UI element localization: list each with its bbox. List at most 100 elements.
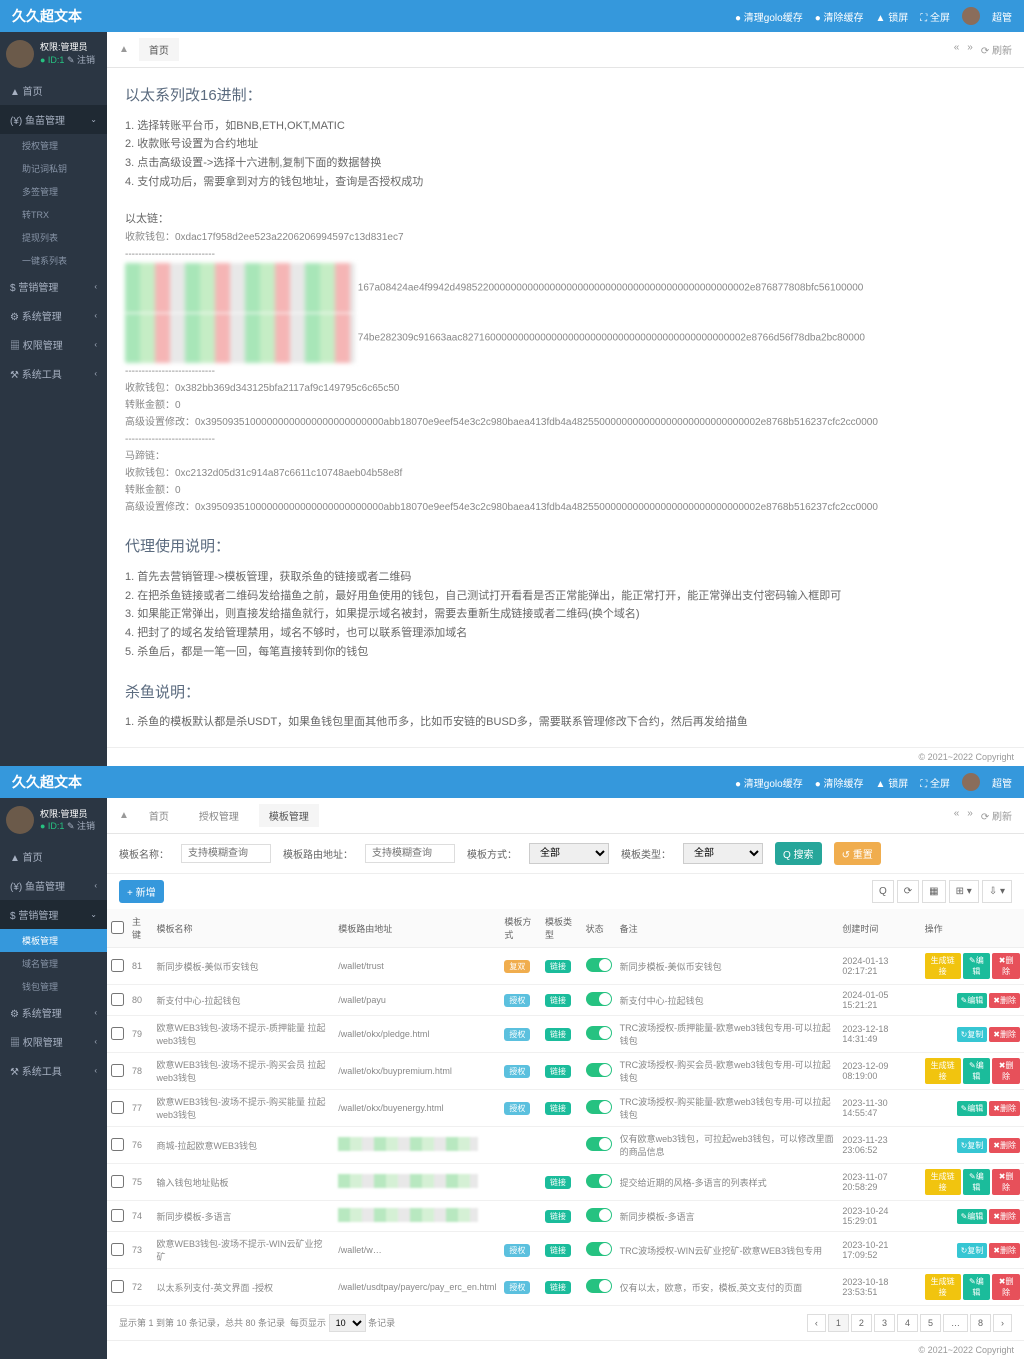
nav-trx[interactable]: 转TRX <box>0 203 107 226</box>
grid-icon[interactable]: ⊞ ▾ <box>949 880 979 903</box>
row-checkbox[interactable] <box>111 993 124 1006</box>
row-checkbox[interactable] <box>111 1175 124 1188</box>
nav-multisig[interactable]: 多签管理 <box>0 180 107 203</box>
delete-button[interactable]: ✖删除 <box>989 1101 1020 1116</box>
page-button[interactable]: 2 <box>851 1314 872 1332</box>
edit-button[interactable]: ✎编辑 <box>963 1169 991 1195</box>
export-icon[interactable]: ⇩ ▾ <box>982 880 1012 903</box>
page-button[interactable]: 1 <box>828 1314 849 1332</box>
nav-wallet[interactable]: 钱包管理 <box>0 975 107 998</box>
nav-mnemonic[interactable]: 助记词私钥 <box>0 157 107 180</box>
user-name[interactable]: 超管 <box>992 775 1012 790</box>
reset-button[interactable]: ↺ 重置 <box>834 842 881 865</box>
path-input[interactable] <box>365 844 455 863</box>
clear-golo-cache[interactable]: ● 清理golo缓存 <box>735 9 803 24</box>
type-select[interactable]: 全部 <box>683 843 763 864</box>
refresh-icon[interactable]: ⟳ <box>897 880 919 903</box>
home-icon[interactable]: ▲ <box>119 810 129 821</box>
copy-button[interactable]: ↻复制 <box>957 1243 988 1258</box>
columns-icon[interactable]: ▦ <box>922 880 945 903</box>
status-toggle[interactable] <box>586 958 612 972</box>
edit-button[interactable]: ✎编辑 <box>963 1274 991 1300</box>
nav-fish[interactable]: (¥) 鱼苗管理‹ <box>0 871 107 900</box>
select-all-checkbox[interactable] <box>111 921 124 934</box>
nav-auth[interactable]: 授权管理 <box>0 134 107 157</box>
avatar-icon[interactable] <box>962 7 980 25</box>
status-toggle[interactable] <box>586 1174 612 1188</box>
delete-button[interactable]: ✖删除 <box>989 1027 1020 1042</box>
nav-perm[interactable]: ▦ 权限管理‹ <box>0 330 107 359</box>
row-checkbox[interactable] <box>111 1280 124 1293</box>
status-toggle[interactable] <box>586 1100 612 1114</box>
page-size-select[interactable]: 10 <box>329 1314 366 1332</box>
refresh-button[interactable]: ⟳ 刷新 <box>981 42 1012 57</box>
nav-perm[interactable]: ▦ 权限管理‹ <box>0 1027 107 1056</box>
nav-sys[interactable]: ⚙ 系统管理‹ <box>0 301 107 330</box>
row-checkbox[interactable] <box>111 1243 124 1256</box>
avatar-icon[interactable] <box>962 773 980 791</box>
status-toggle[interactable] <box>586 1242 612 1256</box>
nav-template[interactable]: 模板管理 <box>0 929 107 952</box>
nav-tool[interactable]: ⚒ 系统工具‹ <box>0 1056 107 1085</box>
nav-home[interactable]: ▲ 首页 <box>0 76 107 105</box>
row-checkbox[interactable] <box>111 1138 124 1151</box>
fullscreen[interactable]: ⛶ 全屏 <box>920 775 950 790</box>
nav-tool[interactable]: ⚒ 系统工具‹ <box>0 359 107 388</box>
next-icon[interactable]: » <box>967 808 973 823</box>
prev-icon[interactable]: « <box>954 42 960 57</box>
copy-button[interactable]: ↻复制 <box>957 1138 988 1153</box>
page-button[interactable]: ‹ <box>807 1314 826 1332</box>
row-checkbox[interactable] <box>111 1064 124 1077</box>
clear-cache[interactable]: ● 清除缓存 <box>815 775 864 790</box>
edit-button[interactable]: ✎编辑 <box>957 993 988 1008</box>
status-toggle[interactable] <box>586 1026 612 1040</box>
gen-button[interactable]: 生成链接 <box>925 1274 961 1300</box>
page-button[interactable]: 5 <box>920 1314 941 1332</box>
tab-home[interactable]: 首页 <box>139 38 179 61</box>
delete-button[interactable]: ✖删除 <box>992 1058 1020 1084</box>
status-toggle[interactable] <box>586 1063 612 1077</box>
status-toggle[interactable] <box>586 1208 612 1222</box>
nav-withdraw[interactable]: 提现列表 <box>0 226 107 249</box>
gen-button[interactable]: 生成链接 <box>925 1058 961 1084</box>
page-button[interactable]: 4 <box>897 1314 918 1332</box>
tab-home[interactable]: 首页 <box>139 804 179 827</box>
clear-cache[interactable]: ● 清除缓存 <box>815 9 864 24</box>
row-checkbox[interactable] <box>111 959 124 972</box>
add-button[interactable]: + 新增 <box>119 880 164 903</box>
search-button[interactable]: Q 搜索 <box>775 842 822 865</box>
fullscreen[interactable]: ⛶ 全屏 <box>920 9 950 24</box>
copy-button[interactable]: ↻复制 <box>957 1027 988 1042</box>
home-icon[interactable]: ▲ <box>119 44 129 55</box>
edit-button[interactable]: ✎编辑 <box>963 953 991 979</box>
nav-market[interactable]: $ 营销管理⌄ <box>0 900 107 929</box>
nav-sys[interactable]: ⚙ 系统管理‹ <box>0 998 107 1027</box>
delete-button[interactable]: ✖删除 <box>992 953 1020 979</box>
tab-auth[interactable]: 授权管理 <box>189 804 249 827</box>
row-checkbox[interactable] <box>111 1101 124 1114</box>
clear-golo-cache[interactable]: ● 清理golo缓存 <box>735 775 803 790</box>
prev-icon[interactable]: « <box>954 808 960 823</box>
row-checkbox[interactable] <box>111 1027 124 1040</box>
search-icon[interactable]: Q <box>872 880 894 903</box>
gen-button[interactable]: 生成链接 <box>925 1169 961 1195</box>
edit-button[interactable]: ✎编辑 <box>957 1209 988 1224</box>
nav-batch[interactable]: 一键系列表 <box>0 249 107 272</box>
row-checkbox[interactable] <box>111 1209 124 1222</box>
delete-button[interactable]: ✖删除 <box>989 1243 1020 1258</box>
delete-button[interactable]: ✖删除 <box>992 1169 1020 1195</box>
status-toggle[interactable] <box>586 992 612 1006</box>
tab-template[interactable]: 模板管理 <box>259 804 319 827</box>
user-name[interactable]: 超管 <box>992 9 1012 24</box>
nav-fish[interactable]: (¥) 鱼苗管理⌄ <box>0 105 107 134</box>
mode-select[interactable]: 全部 <box>529 843 609 864</box>
lock-screen[interactable]: ▲ 锁屏 <box>876 775 909 790</box>
refresh-button[interactable]: ⟳ 刷新 <box>981 808 1012 823</box>
edit-button[interactable]: ✎编辑 <box>957 1101 988 1116</box>
status-toggle[interactable] <box>586 1279 612 1293</box>
page-button[interactable]: 3 <box>874 1314 895 1332</box>
page-button[interactable]: 8 <box>970 1314 991 1332</box>
delete-button[interactable]: ✖删除 <box>989 1138 1020 1153</box>
name-input[interactable] <box>181 844 271 863</box>
delete-button[interactable]: ✖删除 <box>989 993 1020 1008</box>
